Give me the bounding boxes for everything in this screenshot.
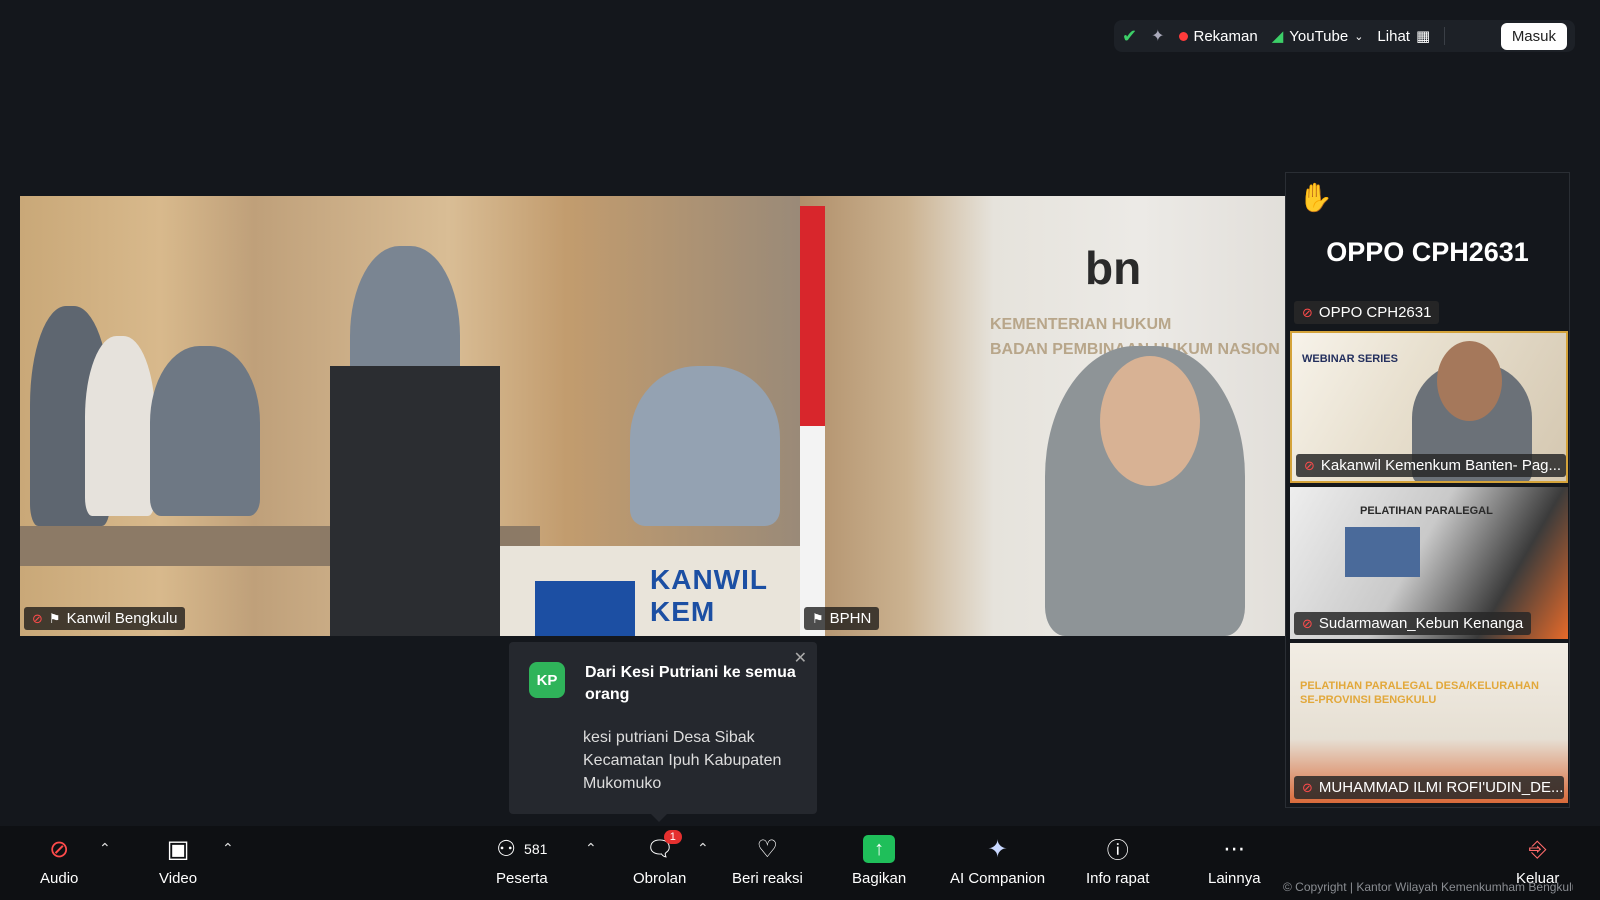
shield-icon[interactable]: ✔: [1122, 26, 1137, 47]
participant-name-tag: ⊘ OPPO CPH2631: [1294, 301, 1440, 324]
video-flag: [800, 426, 825, 636]
participants-count: 581: [524, 841, 548, 857]
chat-notification[interactable]: KP Dari Kesi Putriani ke semua orang kes…: [509, 642, 817, 822]
exit-icon: ⎆: [1528, 836, 1547, 861]
chat-sender: Dari Kesi Putriani ke semua orang: [585, 664, 796, 703]
people-icon: ⚇: [496, 836, 517, 861]
reactions-label: Beri reaksi: [732, 870, 803, 887]
chat-badge: 1: [663, 830, 682, 844]
chat-message: kesi putriani Desa Sibak Kecamatan Ipuh …: [583, 729, 782, 792]
video-tile-participant[interactable]: WEBINAR SERIES ⊘ Kakanwil Kemenkum Bante…: [1290, 331, 1568, 483]
participant-name: Kanwil Bengkulu: [66, 610, 178, 627]
participant-name-tag: ⊘ Kakanwil Kemenkum Banten- Pag...: [1296, 454, 1566, 477]
participant-name-tag: ⊘ MUHAMMAD ILMI ROFI'UDIN_DE...: [1294, 776, 1564, 799]
tile-caption: WEBINAR SERIES: [1302, 353, 1398, 365]
more-button[interactable]: ⋯ Lainnya: [1208, 834, 1261, 887]
participant-name: OPPO CPH2631: [1318, 304, 1432, 321]
participant-name: Sudarmawan_Kebun Kenanga: [1318, 615, 1524, 632]
video-person-head: [1437, 341, 1502, 421]
pin-icon: ⚑: [48, 610, 61, 626]
meeting-topbar: ✔ ✦ Rekaman ◢ YouTube ⌄ Lihat ▦ Masuk: [1114, 20, 1575, 52]
video-tile-participant[interactable]: PELATIHAN PARALEGAL ⊘ Sudarmawan_Kebun K…: [1290, 487, 1568, 639]
stream-dropdown[interactable]: ◢ YouTube ⌄: [1271, 27, 1364, 46]
sparkle-icon: ✦: [987, 835, 1008, 863]
sparkle-icon[interactable]: ✦: [1151, 26, 1164, 46]
chevron-up-icon[interactable]: ⌃: [585, 840, 597, 857]
participants-button[interactable]: ⚇ 581 Peserta: [496, 834, 548, 887]
raised-hand-icon: ✋: [1298, 182, 1333, 213]
copyright-watermark: © Copyright | Kantor Wilayah Kemenkumham…: [1283, 880, 1573, 894]
tile-caption: PELATIHAN PARALEGAL DESA/KELURAHAN SE-PR…: [1300, 680, 1539, 706]
share-arrow-icon: ↑: [863, 835, 896, 863]
recording-label: Rekaman: [1193, 27, 1258, 45]
video-person: [150, 346, 260, 516]
video-person-head: [1100, 356, 1200, 486]
video-wall-title: KEMENTERIAN HUKUM: [990, 316, 1172, 333]
video-screen: [1345, 527, 1420, 577]
video-tile-kanwil-bengkulu[interactable]: KANWIL KEM ⊘ ⚑ Kanwil Bengkulu: [20, 196, 800, 636]
audio-button[interactable]: ⊘ Audio: [40, 834, 79, 888]
video-person: [630, 366, 780, 526]
video-desk-logo: [535, 581, 635, 636]
more-label: Lainnya: [1208, 870, 1261, 887]
live-stream-icon: ◢: [1271, 28, 1284, 45]
video-tile-bphn[interactable]: bn KEMENTERIAN HUKUM BADAN PEMBINAAN HUK…: [800, 196, 1285, 636]
video-tile-participant[interactable]: PELATIHAN PARALEGAL DESA/KELURAHAN SE-PR…: [1290, 643, 1568, 803]
more-dots-icon: ⋯: [1223, 836, 1246, 861]
avatar: KP: [529, 662, 565, 698]
video-flag: [800, 206, 825, 426]
recording-indicator[interactable]: Rekaman: [1178, 27, 1258, 45]
participants-label: Peserta: [496, 870, 548, 887]
reactions-button[interactable]: ♡ Beri reaksi: [732, 834, 803, 888]
chat-button[interactable]: 🗨 1 Obrolan: [633, 830, 687, 887]
chevron-up-icon[interactable]: ⌃: [222, 840, 234, 857]
record-dot-icon: [1178, 31, 1188, 41]
tile-caption: PELATIHAN PARALEGAL: [1360, 505, 1493, 517]
pin-icon: ⚑: [812, 610, 824, 626]
grid-view-icon: ▦: [1415, 28, 1431, 45]
chat-label: Obrolan: [633, 870, 687, 887]
mic-off-icon: ⊘: [1302, 615, 1313, 631]
mic-off-icon: ⊘: [1302, 304, 1313, 320]
close-icon[interactable]: ✕: [794, 648, 807, 668]
participants-icon-group: ⚇ 581: [496, 834, 547, 864]
featured-participant-name: OPPO CPH2631: [1326, 237, 1529, 267]
camera-icon: ▣: [166, 835, 190, 863]
audio-label: Audio: [40, 870, 79, 887]
ai-companion-label: AI Companion: [950, 870, 1046, 887]
divider: [1444, 27, 1446, 45]
view-label: Lihat: [1377, 27, 1410, 45]
mic-off-icon: ⊘: [32, 610, 43, 626]
participant-name: BPHN: [829, 610, 872, 627]
video-button[interactable]: ▣ Video: [159, 834, 198, 888]
chat-icon: 🗨 1: [646, 830, 682, 864]
video-person: [85, 336, 155, 516]
heart-icon: ♡: [756, 835, 779, 863]
chevron-down-icon: ⌄: [1354, 30, 1364, 43]
participant-name: Kakanwil Kemenkum Banten- Pag...: [1320, 457, 1562, 474]
participant-name-tag: ⚑ BPHN: [804, 607, 880, 630]
info-icon: ⓘ: [1106, 838, 1129, 863]
mic-off-icon: ⊘: [1304, 457, 1315, 473]
video-podium: [330, 366, 500, 636]
signin-button[interactable]: Masuk: [1500, 22, 1567, 50]
share-label: Bagikan: [852, 870, 907, 887]
meeting-info-label: Info rapat: [1086, 870, 1150, 887]
mic-off-icon: ⊘: [1302, 779, 1313, 795]
bphn-logo: bn: [1085, 242, 1142, 294]
share-button[interactable]: ↑ Bagikan: [852, 834, 906, 887]
video-desk-text: KANWIL KEM: [650, 564, 768, 627]
chevron-up-icon[interactable]: ⌃: [99, 840, 111, 857]
chevron-up-icon[interactable]: ⌃: [697, 840, 709, 857]
view-button[interactable]: Lihat ▦: [1377, 27, 1431, 46]
participant-name-tag: ⊘ Sudarmawan_Kebun Kenanga: [1294, 612, 1532, 635]
stream-label: YouTube: [1289, 27, 1349, 45]
ai-companion-button[interactable]: ✦ AI Companion: [950, 834, 1046, 888]
meeting-info-button[interactable]: ⓘ Info rapat: [1086, 834, 1149, 887]
participant-name: MUHAMMAD ILMI ROFI'UDIN_DE...: [1318, 779, 1564, 796]
participant-name-tag: ⊘ ⚑ Kanwil Bengkulu: [24, 607, 186, 630]
video-label: Video: [159, 870, 198, 887]
mic-muted-icon: ⊘: [49, 835, 70, 863]
participant-side-panel: ✋ OPPO CPH2631 ⊘ OPPO CPH2631 WEBINAR SE…: [1285, 172, 1570, 808]
